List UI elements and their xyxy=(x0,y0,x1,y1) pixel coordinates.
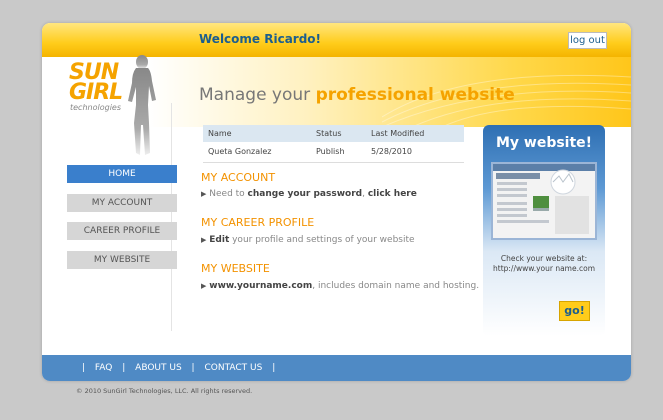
footer-link-faq[interactable]: FAQ xyxy=(95,363,112,373)
my-account-heading: MY ACCOUNT xyxy=(201,171,276,184)
footer-separator: | xyxy=(122,363,126,373)
my-website-text: ▶ www.yourname.com, includes domain name… xyxy=(201,281,480,291)
column-header-last-modified: Last Modified xyxy=(366,125,464,142)
page-title-accent: professional website xyxy=(315,85,515,105)
cell-name: Queta Gonzalez xyxy=(203,142,311,163)
promo-title: My website! xyxy=(495,135,593,151)
column-header-name: Name xyxy=(203,125,311,142)
promo-url: http://www.your name.com xyxy=(493,264,595,273)
footer-separator: | xyxy=(272,363,276,373)
footer-separator: | xyxy=(191,363,195,373)
nav-my-account[interactable]: MY ACCOUNT xyxy=(67,194,177,212)
nav-home[interactable]: HOME xyxy=(67,165,177,183)
page-title-prefix: Manage your xyxy=(199,85,316,105)
click-here-link[interactable]: click here xyxy=(368,189,417,199)
arrow-right-icon: ▶ xyxy=(201,282,207,290)
copyright-text: © 2010 SunGirl Technologies, LLC. All ri… xyxy=(76,387,253,395)
footer-separator: | xyxy=(82,363,86,373)
welcome-message: Welcome Ricardo! xyxy=(199,32,322,46)
woman-silhouette-image xyxy=(128,55,156,155)
change-password-link[interactable]: change your password xyxy=(248,189,363,199)
promo-check-label: Check your website at: xyxy=(500,254,588,263)
career-profile-text: ▶ Edit your profile and settings of your… xyxy=(201,235,415,245)
website-thumbnail-image xyxy=(491,162,597,240)
footer-link-contact-us[interactable]: CONTACT US xyxy=(204,363,262,373)
websites-table: Name Status Last Modified Queta Gonzalez… xyxy=(203,125,464,163)
my-account-text: ▶ Need to change your password, click he… xyxy=(201,189,417,199)
cell-status: Publish xyxy=(311,142,366,163)
website-url-link[interactable]: www.yourname.com xyxy=(209,281,312,291)
main-card: Welcome Ricardo! log out SUN GIRL techno… xyxy=(42,23,631,381)
table-header-row: Name Status Last Modified xyxy=(203,125,464,142)
page-title: Manage your professional website xyxy=(199,85,515,105)
career-profile-heading: MY CAREER PROFILE xyxy=(201,216,315,229)
sidebar-divider xyxy=(171,103,172,331)
arrow-right-icon: ▶ xyxy=(201,236,207,244)
nav-career-profile[interactable]: CAREER PROFILE xyxy=(67,222,177,240)
edit-profile-link[interactable]: Edit xyxy=(209,235,229,245)
table-row[interactable]: Queta Gonzalez Publish 5/28/2010 xyxy=(203,142,464,163)
footer-link-about-us[interactable]: ABOUT US xyxy=(135,363,182,373)
footer-links: | FAQ | ABOUT US | CONTACT US | xyxy=(75,363,282,373)
footer-bar: | FAQ | ABOUT US | CONTACT US | xyxy=(42,355,631,381)
my-website-heading: MY WEBSITE xyxy=(201,262,270,275)
cell-last-modified: 5/28/2010 xyxy=(366,142,464,163)
logout-button[interactable]: log out xyxy=(568,32,607,49)
my-website-promo: My website! Check your website at: http:… xyxy=(483,125,605,336)
column-header-status: Status xyxy=(311,125,366,142)
go-button[interactable]: go! xyxy=(559,301,590,321)
arrow-right-icon: ▶ xyxy=(201,190,207,198)
header-bar: Welcome Ricardo! log out xyxy=(42,23,631,57)
nav-my-website[interactable]: MY WEBSITE xyxy=(67,251,177,269)
